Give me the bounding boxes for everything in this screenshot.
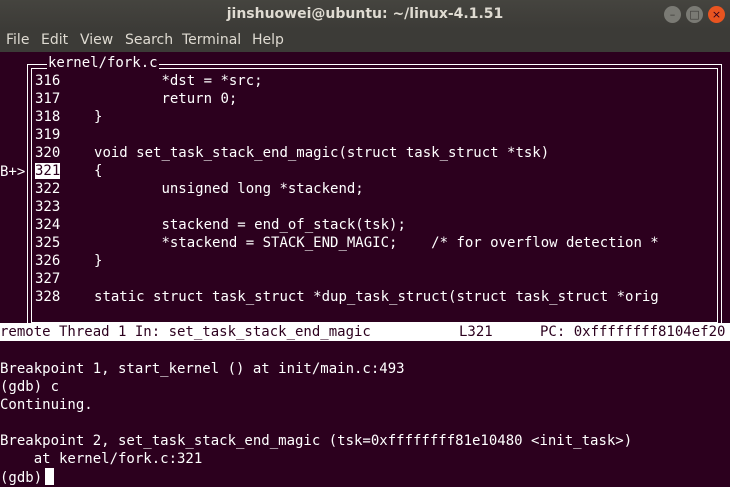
menu-file[interactable]: File xyxy=(6,32,29,48)
console-line: Breakpoint 2, set_task_stack_end_magic (… xyxy=(0,433,633,449)
line-code: *stackend = STACK_END_MAGIC; /* for over… xyxy=(60,235,659,251)
console-line: Continuing. xyxy=(0,397,93,413)
current-line-number: 321 xyxy=(35,163,61,179)
source-line: 317 return 0; xyxy=(35,90,237,108)
title-bar: jinshuowei@ubuntu: ~/linux-4.1.51 – □ × xyxy=(0,0,730,29)
menu-bar: File Edit View Search Terminal Help xyxy=(0,29,730,52)
menu-view[interactable]: View xyxy=(80,32,113,48)
source-line: 320 void set_task_stack_end_magic(struct… xyxy=(35,144,549,162)
line-number: 322 xyxy=(35,181,61,197)
console-line: Breakpoint 1, start_kernel () at init/ma… xyxy=(0,361,405,377)
line-code: void set_task_stack_end_magic(struct tas… xyxy=(60,145,550,161)
maximize-button[interactable]: □ xyxy=(686,6,703,23)
line-code: *dst = *src; xyxy=(60,73,263,89)
line-code: static struct task_struct *dup_task_stru… xyxy=(60,289,659,305)
line-number: 324 xyxy=(35,217,61,233)
menu-help[interactable]: Help xyxy=(252,32,284,48)
gdb-prompt: (gdb) xyxy=(0,470,43,486)
line-number: 323 xyxy=(35,199,61,215)
source-line: 326 } xyxy=(35,252,102,270)
source-line-current: 321 { xyxy=(35,162,102,180)
source-line: 327 xyxy=(35,270,60,288)
source-file-title: kernel/fork.c xyxy=(47,55,159,71)
line-number: 326 xyxy=(35,253,61,269)
status-pc: PC: 0xffffffff8104ef20 xyxy=(540,324,726,340)
source-line: 322 unsigned long *stackend; xyxy=(35,180,364,198)
line-code: return 0; xyxy=(60,91,238,107)
line-number: 319 xyxy=(35,127,61,143)
terminal-area[interactable]: kernel/fork.c 316 *dst = *src; 317 retur… xyxy=(0,52,730,487)
minimize-button[interactable]: – xyxy=(664,6,681,23)
line-number: 325 xyxy=(35,235,61,251)
line-code: } xyxy=(60,109,103,125)
tui-status-bar: remote Thread 1 In: set_task_stack_end_m… xyxy=(0,323,730,341)
line-code: unsigned long *stackend; xyxy=(60,181,364,197)
close-button[interactable]: × xyxy=(708,6,725,23)
source-line: 325 *stackend = STACK_END_MAGIC; /* for … xyxy=(35,234,659,252)
menu-terminal[interactable]: Terminal xyxy=(182,32,241,48)
status-line: L321 xyxy=(459,324,493,340)
status-thread: remote Thread 1 In: set_task_stack_end_m… xyxy=(0,324,371,340)
menu-search[interactable]: Search xyxy=(125,32,173,48)
source-line: 318 } xyxy=(35,108,102,126)
line-number: 316 xyxy=(35,73,61,89)
console-line: at kernel/fork.c:321 xyxy=(0,451,203,467)
console-line: (gdb) c xyxy=(0,379,60,395)
gdb-prompt-line[interactable]: (gdb) xyxy=(0,468,55,487)
line-code: stackend = end_of_stack(tsk); xyxy=(60,217,406,233)
source-line: 319 xyxy=(35,126,60,144)
source-line: 316 *dst = *src; xyxy=(35,72,263,90)
breakpoint-marker: B+> xyxy=(0,164,26,180)
line-code: { xyxy=(60,163,103,179)
text-cursor xyxy=(45,468,55,485)
line-code: } xyxy=(60,253,103,269)
line-number: 328 xyxy=(35,289,61,305)
source-line: 328 static struct task_struct *dup_task_… xyxy=(35,288,659,306)
menu-edit[interactable]: Edit xyxy=(41,32,68,48)
window-title: jinshuowei@ubuntu: ~/linux-4.1.51 xyxy=(226,6,504,22)
line-number: 320 xyxy=(35,145,61,161)
line-number: 318 xyxy=(35,109,61,125)
source-line: 323 xyxy=(35,198,60,216)
line-number: 327 xyxy=(35,271,61,287)
source-line: 324 stackend = end_of_stack(tsk); xyxy=(35,216,406,234)
line-number: 317 xyxy=(35,91,61,107)
